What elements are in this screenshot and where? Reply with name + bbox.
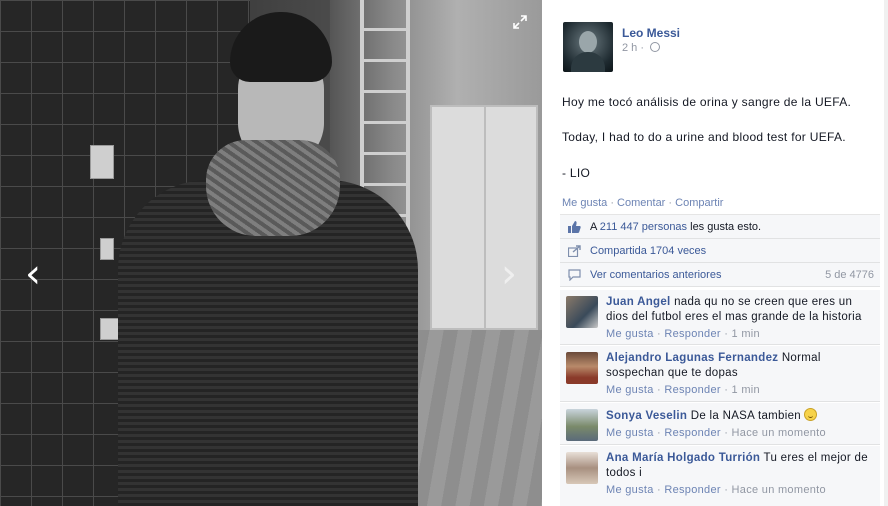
comment-reply-link[interactable]: Responder [664,384,721,396]
comment-reply-link[interactable]: Responder [664,427,721,439]
person [118,0,418,506]
post-signature: - LIO [562,166,591,180]
commenter-name[interactable]: Sonya Veselin [606,410,687,422]
likes-row: A 211 447 personas les gusta esto. [560,215,880,239]
comment-like-link[interactable]: Me gusta [606,484,654,496]
hair [230,12,332,82]
comment-reply-link[interactable]: Responder [664,328,721,340]
comment-icon [568,269,581,281]
next-photo-button[interactable]: › [494,250,524,298]
comment-time[interactable]: Hace un momento [732,484,826,496]
feedback-panel: A 211 447 personas les gusta esto. Compa… [560,214,880,287]
comment-link[interactable]: Comentar [617,197,665,209]
comment-time[interactable]: 1 min [732,384,760,396]
commenter-name[interactable]: Ana María Holgado Turrión [606,452,760,464]
shares-row: Compartida 1704 veces [560,239,880,263]
comment-item: Alejandro Lagunas Fernandez Normal sospe… [560,346,880,402]
commenter-avatar[interactable] [566,352,598,384]
shares-link[interactable]: Compartida 1704 veces [590,245,706,257]
comment-item: Sonya Veselin De la NASA tambien Me gust… [560,403,880,445]
view-previous-comments-link[interactable]: Ver comentarios anteriores [590,269,721,281]
author-name[interactable]: Leo Messi [622,26,680,40]
likes-count-link[interactable]: 211 447 personas [600,221,687,233]
post-sidebar: Leo Messi 2 h · Hoy me tocó análisis de … [542,0,888,506]
post-actions: Me gusta · Comentar · Compartir [562,197,724,209]
comment-text: De la NASA tambien [690,410,801,422]
scrollbar[interactable] [884,0,888,506]
expand-icon[interactable] [512,14,528,30]
commenter-name[interactable]: Juan Angel [606,296,671,308]
like-link[interactable]: Me gusta [562,197,607,209]
globe-icon[interactable] [650,42,661,52]
smiley-emoji-icon [804,408,818,421]
comment-like-link[interactable]: Me gusta [606,427,654,439]
scarf [206,140,340,236]
thermostat [90,145,114,179]
comment-item: Juan Angel nada qu no se creen que eres … [560,290,880,345]
comment-time[interactable]: 1 min [732,328,760,340]
post-meta: 2 h · [622,42,661,54]
post-text-es: Hoy me tocó análisis de orina y sangre d… [562,95,852,109]
commenter-avatar[interactable] [566,452,598,484]
comment-like-link[interactable]: Me gusta [606,384,654,396]
photo-viewer[interactable]: ‹ › [0,0,542,506]
author-avatar[interactable] [563,22,613,72]
commenter-name[interactable]: Alejandro Lagunas Fernandez [606,352,778,364]
thumbs-up-icon [568,221,581,233]
commenter-avatar[interactable] [566,409,598,441]
comment-reply-link[interactable]: Responder [664,484,721,496]
share-link[interactable]: Compartir [675,197,723,209]
post-time[interactable]: 2 h [622,42,637,54]
view-previous-row: Ver comentarios anteriores 5 de 4776 [560,263,880,287]
comment-time[interactable]: Hace un momento [732,427,826,439]
commenter-avatar[interactable] [566,296,598,328]
previous-photo-button[interactable]: ‹ [18,250,48,298]
share-icon [568,245,581,257]
comment-count: 5 de 4776 [825,269,874,281]
post-text-en: Today, I had to do a urine and blood tes… [562,130,846,144]
comment-item: Ana María Holgado Turrión Tu eres el mej… [560,446,880,506]
wall-outlet [100,238,114,260]
comment-like-link[interactable]: Me gusta [606,328,654,340]
